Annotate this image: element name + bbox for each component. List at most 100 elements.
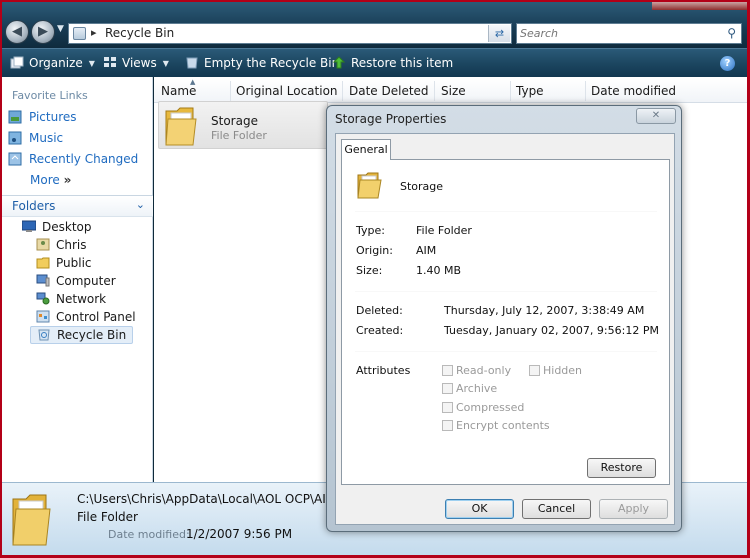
- tree-item-chris[interactable]: Chris: [36, 238, 87, 256]
- attributes-label: Attributes: [356, 364, 411, 377]
- folder-icon: [36, 257, 50, 269]
- favorite-link-recently-changed[interactable]: Recently Changed: [8, 152, 148, 170]
- views-icon: [104, 57, 116, 67]
- search-icon[interactable]: ⚲: [727, 26, 736, 40]
- tree-item-label: Control Panel: [56, 310, 136, 324]
- deleted-value: Thursday, July 12, 2007, 3:38:49 AM: [444, 304, 645, 317]
- restore-item-label: Restore this item: [351, 56, 454, 70]
- tree-item-label: Chris: [56, 238, 87, 252]
- recent-pages-dropdown[interactable]: ▼: [57, 24, 64, 34]
- column-header-date-modified[interactable]: Date modified: [591, 84, 676, 98]
- address-row: ◀ ▶ ▼ ▸ Recycle Bin ▼ ⇄ ⚲: [2, 2, 747, 48]
- properties-dialog: Storage Properties ✕ General Storage Typ…: [326, 105, 682, 532]
- folders-header[interactable]: Folders ⌄: [2, 195, 153, 217]
- hidden-checkbox[interactable]: Hidden: [529, 364, 582, 377]
- column-header-name[interactable]: Name: [161, 84, 196, 98]
- cancel-button[interactable]: Cancel: [522, 499, 591, 519]
- favorite-link-pictures[interactable]: Pictures: [8, 110, 148, 128]
- encrypt-contents-checkbox[interactable]: Encrypt contents: [442, 419, 550, 432]
- details-type: File Folder: [77, 510, 138, 524]
- forward-button[interactable]: ▶: [31, 20, 55, 44]
- origin-value: AIM: [416, 244, 437, 257]
- tree-item-public[interactable]: Public: [36, 256, 92, 274]
- column-divider[interactable]: [434, 81, 435, 101]
- column-header-row: Name ▲ Original Location Date Deleted Si…: [154, 78, 747, 103]
- column-divider[interactable]: [510, 81, 511, 101]
- column-header-size[interactable]: Size: [441, 84, 466, 98]
- explorer-window: ◀ ▶ ▼ ▸ Recycle Bin ▼ ⇄ ⚲ Organize ▼ View…: [2, 2, 747, 555]
- command-bar: Organize ▼ Views ▼ Empty the Recycle Bin R…: [2, 48, 747, 77]
- close-icon: ✕: [651, 110, 661, 121]
- archive-checkbox[interactable]: Archive: [442, 382, 497, 395]
- address-bar[interactable]: ▸ Recycle Bin ▼: [68, 23, 512, 44]
- encrypt-contents-label: Encrypt contents: [456, 419, 550, 432]
- favorite-links-more[interactable]: More »: [30, 173, 170, 191]
- compressed-checkbox[interactable]: Compressed: [442, 401, 524, 414]
- favorite-links-title: Favorite Links: [12, 89, 88, 102]
- general-tab-page: Storage Type: File Folder Origin: AIM Si…: [341, 159, 670, 485]
- views-label: Views: [122, 56, 157, 70]
- recycle-bin-icon: [186, 57, 198, 69]
- tree-item-computer[interactable]: Computer: [36, 274, 116, 292]
- column-divider[interactable]: [230, 81, 231, 101]
- checkbox-unchecked-icon: [529, 365, 540, 376]
- empty-recycle-bin-label: Empty the Recycle Bin: [204, 56, 340, 70]
- organize-label: Organize: [29, 56, 83, 70]
- favorite-link-label: Music: [29, 131, 64, 145]
- divider: [355, 351, 657, 352]
- dialog-body: General Storage Type: File Folder Origin…: [335, 133, 675, 525]
- size-label: Size:: [356, 264, 383, 277]
- folders-title: Folders: [12, 199, 56, 213]
- column-header-type[interactable]: Type: [516, 84, 544, 98]
- favorite-link-label: Recently Changed: [29, 152, 139, 166]
- dialog-close-button[interactable]: ✕: [636, 108, 676, 124]
- ok-button[interactable]: OK: [445, 499, 514, 519]
- checkbox-unchecked-icon: [442, 420, 453, 431]
- file-item-storage[interactable]: Storage File Folder: [158, 101, 328, 149]
- column-divider[interactable]: [342, 81, 343, 101]
- favorite-link-label: Pictures: [29, 110, 77, 124]
- breadcrumb-separator-icon[interactable]: ▸: [91, 26, 97, 39]
- chevron-down-icon: ⌄: [135, 198, 145, 211]
- apply-button[interactable]: Apply: [599, 499, 668, 519]
- sort-ascending-icon: ▲: [190, 78, 196, 86]
- computer-icon: [36, 274, 50, 287]
- organize-button[interactable]: Organize ▼: [10, 56, 95, 70]
- music-icon: [8, 131, 22, 145]
- arrow-right-icon: ▶: [38, 24, 48, 39]
- recycle-bin-icon: [73, 27, 86, 40]
- read-only-checkbox[interactable]: Read-only: [442, 364, 511, 377]
- search-box[interactable]: ⚲: [516, 23, 742, 44]
- created-label: Created:: [356, 324, 404, 337]
- file-name: Storage: [211, 114, 258, 128]
- file-type: File Folder: [211, 129, 267, 142]
- restore-arrow-icon: [332, 56, 346, 69]
- restore-item-button[interactable]: Restore this item: [332, 56, 453, 70]
- created-value: Tuesday, January 02, 2007, 9:56:12 PM: [444, 324, 659, 337]
- chevron-down-icon: ▼: [162, 59, 169, 68]
- tree-item-recycle-bin[interactable]: Recycle Bin: [30, 326, 134, 344]
- empty-recycle-bin-button[interactable]: Empty the Recycle Bin: [185, 56, 339, 70]
- views-button[interactable]: Views ▼: [103, 56, 169, 70]
- type-value: File Folder: [416, 224, 472, 237]
- column-divider[interactable]: [585, 81, 586, 101]
- tree-item-desktop[interactable]: Desktop: [22, 220, 92, 238]
- refresh-icon: ⇄: [494, 27, 505, 40]
- tree-item-network[interactable]: Network: [36, 292, 106, 310]
- address-path[interactable]: Recycle Bin: [105, 26, 174, 40]
- desktop-icon: [22, 220, 36, 232]
- network-icon: [36, 292, 50, 305]
- help-button[interactable]: ?: [720, 56, 735, 71]
- favorite-link-music[interactable]: Music: [8, 131, 148, 149]
- tab-general[interactable]: General: [341, 139, 391, 160]
- user-folder-icon: [36, 238, 50, 251]
- read-only-label: Read-only: [456, 364, 512, 377]
- back-button[interactable]: ◀: [5, 20, 29, 44]
- search-input[interactable]: [520, 25, 710, 42]
- help-icon: ?: [724, 58, 731, 69]
- window-controls-strip[interactable]: [652, 2, 747, 10]
- refresh-button[interactable]: ⇄: [488, 25, 510, 42]
- column-header-date-deleted[interactable]: Date Deleted: [349, 84, 429, 98]
- restore-button[interactable]: Restore: [587, 458, 656, 478]
- column-header-original-location[interactable]: Original Location: [236, 84, 338, 98]
